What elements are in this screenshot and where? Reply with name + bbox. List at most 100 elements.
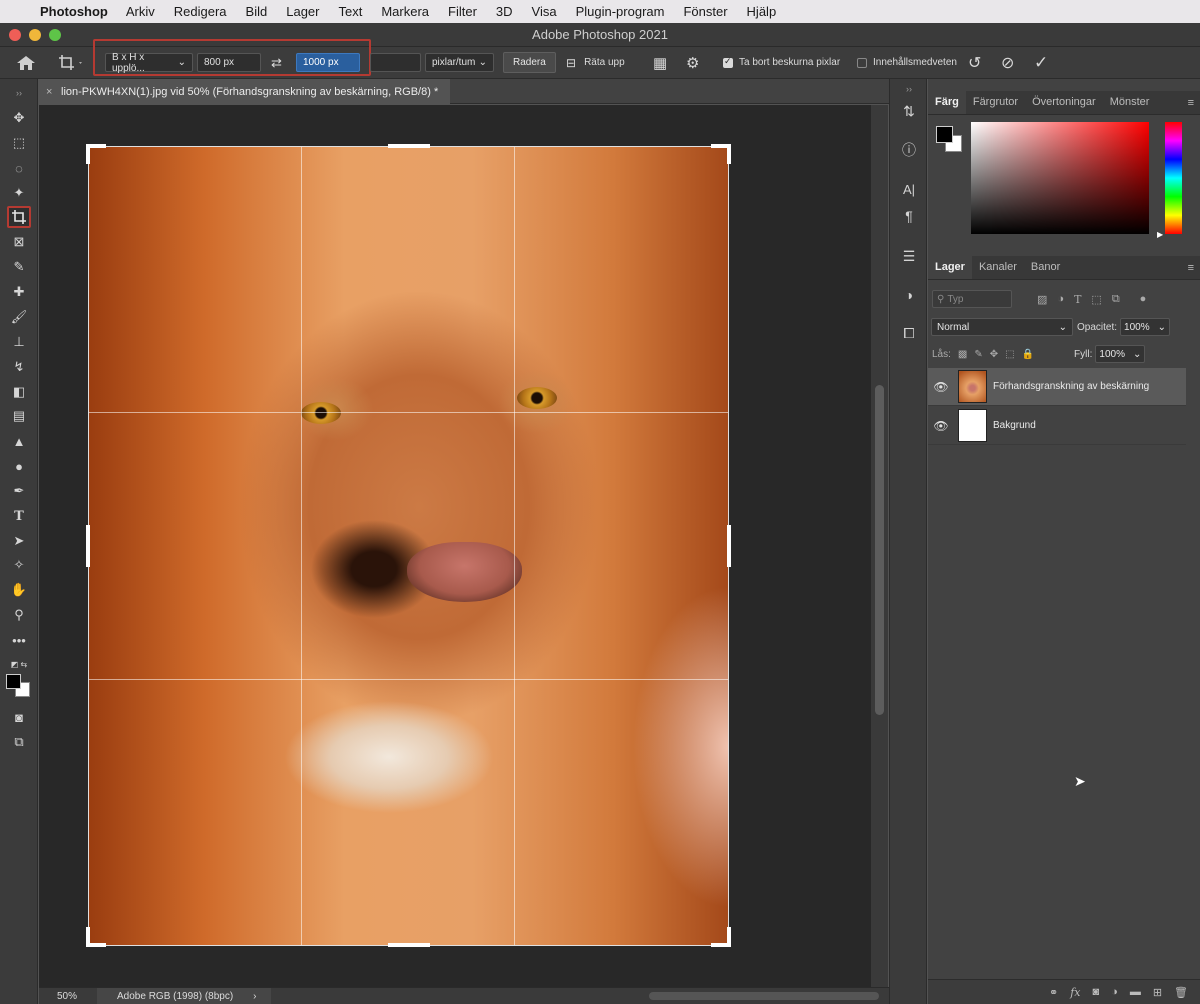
crop-handle-top-right[interactable]	[727, 144, 731, 164]
menu-item-arkiv[interactable]: Arkiv	[126, 4, 155, 19]
eye-icon[interactable]: 👁	[928, 419, 954, 433]
hue-slider[interactable]	[1165, 122, 1182, 234]
lock-transparency-icon[interactable]: ▩	[958, 349, 967, 360]
layer-row[interactable]: 👁 Bakgrund	[928, 407, 1186, 445]
straighten-button[interactable]: ⊟ Räta upp	[566, 52, 625, 73]
width-input[interactable]: 800 px	[197, 52, 261, 73]
quick-mask-icon[interactable]: ◙	[7, 706, 31, 728]
reset-icon[interactable]: ↺	[968, 52, 981, 73]
screen-mode-icon[interactable]: ⧉	[7, 731, 31, 753]
magic-wand-tool-icon[interactable]: ✦	[7, 182, 31, 204]
crop-handle-bottom-right[interactable]	[727, 927, 731, 947]
zoom-tool-icon[interactable]: ⚲	[7, 604, 31, 626]
menu-item-redigera[interactable]: Redigera	[174, 4, 227, 19]
tab-paths[interactable]: Banor	[1024, 255, 1067, 279]
vertical-scrollbar[interactable]	[871, 105, 888, 987]
crop-handle-right[interactable]	[727, 525, 731, 567]
adjustment-filter-icon[interactable]: ◑	[1057, 293, 1064, 305]
menu-item-plugin[interactable]: Plugin-program	[576, 4, 665, 19]
menu-item-text[interactable]: Text	[338, 4, 362, 19]
foreground-color-swatch[interactable]	[6, 674, 21, 689]
zoom-level[interactable]: 50%	[39, 991, 97, 1002]
tab-gradients[interactable]: Övertoningar	[1025, 90, 1103, 114]
filter-toggle-icon[interactable]: ●	[1140, 293, 1147, 305]
menu-item-filter[interactable]: Filter	[448, 4, 477, 19]
lock-all-icon[interactable]: 🔒	[1022, 349, 1034, 360]
unit-select[interactable]: pixlar/tum ⌄	[425, 52, 494, 73]
crop-handle-top-left[interactable]	[86, 144, 90, 164]
expand-icon[interactable]: ››	[898, 78, 920, 100]
lion-image[interactable]	[89, 147, 728, 945]
minimize-window-button[interactable]	[29, 29, 41, 41]
panel-menu-icon[interactable]: ≡	[1188, 262, 1194, 274]
crop-handle-left[interactable]	[86, 525, 90, 567]
type-tool-icon[interactable]: T	[7, 505, 31, 527]
crop-handle-bottom[interactable]	[388, 943, 430, 947]
new-layer-icon[interactable]: ⊞	[1153, 986, 1162, 999]
blur-tool-icon[interactable]: ▲	[7, 430, 31, 452]
crop-handle-top[interactable]	[388, 144, 430, 148]
layer-name[interactable]: Bakgrund	[993, 420, 1036, 431]
gear-icon[interactable]: ⚙	[686, 52, 699, 73]
shape-tool-icon[interactable]: ✧	[7, 554, 31, 576]
layer-name[interactable]: Förhandsgranskning av beskärning	[993, 381, 1149, 392]
tab-patterns[interactable]: Mönster	[1103, 90, 1157, 114]
crop-preset-icon[interactable]	[58, 52, 84, 73]
trash-icon[interactable]: 🗑	[1174, 986, 1188, 999]
adjustments-panel-icon[interactable]: ☰	[898, 245, 920, 267]
new-group-icon[interactable]: ▬	[1130, 986, 1141, 998]
menu-item-hjalp[interactable]: Hjälp	[747, 4, 777, 19]
more-tools-icon[interactable]: •••	[7, 629, 31, 651]
healing-brush-tool-icon[interactable]: ✚	[7, 281, 31, 303]
menu-item-visa[interactable]: Visa	[532, 4, 557, 19]
height-input[interactable]: 1000 px	[296, 52, 360, 73]
adjustment-layer-icon[interactable]: ◑	[1111, 986, 1118, 998]
cancel-icon[interactable]: ⊘	[1001, 52, 1014, 73]
move-tool-icon[interactable]: ✥	[7, 107, 31, 129]
brush-tool-icon[interactable]: 🖌	[7, 306, 31, 328]
default-colors-icon[interactable]: ◩ ⇆	[7, 653, 31, 675]
fx-icon[interactable]: fx	[1070, 986, 1080, 999]
path-selection-tool-icon[interactable]: ➤	[7, 530, 31, 552]
menu-item-fonster[interactable]: Fönster	[683, 4, 727, 19]
frame-tool-icon[interactable]: ⊠	[7, 231, 31, 253]
horizontal-scrollbar[interactable]	[649, 992, 879, 1000]
lasso-tool-icon[interactable]: ◌	[7, 157, 31, 179]
blend-mode-select[interactable]: Normal ⌄	[931, 318, 1073, 336]
info-panel-icon[interactable]: ⓘ	[898, 139, 920, 161]
scrollbar-thumb[interactable]	[875, 385, 884, 715]
close-window-button[interactable]	[9, 29, 21, 41]
panel-menu-icon[interactable]: ≡	[1188, 97, 1194, 109]
resolution-input[interactable]	[370, 52, 421, 73]
stamp-tool-icon[interactable]: ⊥	[7, 331, 31, 353]
menu-item-lager[interactable]: Lager	[286, 4, 319, 19]
gradient-tool-icon[interactable]: ▤	[7, 405, 31, 427]
eyedropper-tool-icon[interactable]: ✎	[7, 256, 31, 278]
history-panel-icon[interactable]: ⇅	[898, 100, 920, 122]
crop-tool-icon[interactable]	[7, 206, 31, 228]
content-aware-checkbox[interactable]: Innehållsmedveten	[857, 52, 957, 73]
history-brush-tool-icon[interactable]: ↯	[7, 356, 31, 378]
eye-icon[interactable]: 👁	[928, 380, 954, 394]
libraries-panel-icon[interactable]: ⧠	[898, 322, 920, 344]
fill-input[interactable]: 100% ⌄	[1095, 345, 1146, 363]
paragraph-panel-icon[interactable]: ¶	[898, 205, 920, 227]
app-menu[interactable]: Photoshop	[40, 4, 108, 19]
commit-check-icon[interactable]: ✓	[1034, 52, 1048, 73]
add-mask-icon[interactable]: ◙	[1093, 986, 1100, 998]
crop-handle-bottom-left[interactable]	[86, 927, 90, 947]
menu-item-bild[interactable]: Bild	[246, 4, 268, 19]
smart-object-filter-icon[interactable]: ⧉	[1112, 293, 1120, 306]
hue-slider-marker-icon[interactable]: ▶	[1157, 230, 1163, 239]
zoom-window-button[interactable]	[49, 29, 61, 41]
ratio-select[interactable]: B x H x upplö... ⌄	[105, 52, 193, 74]
color-spectrum[interactable]	[971, 122, 1149, 234]
link-layers-icon[interactable]: ⚭	[1049, 986, 1058, 999]
tab-layers[interactable]: Lager	[928, 255, 972, 279]
layer-row[interactable]: 👁 Förhandsgranskning av beskärning	[928, 368, 1186, 406]
document-tab[interactable]: × lion-PKWH4XN(1).jpg vid 50% (Förhandsg…	[39, 79, 451, 104]
eraser-tool-icon[interactable]: ◧	[7, 381, 31, 403]
properties-panel-icon[interactable]: ◑	[898, 284, 920, 306]
close-tab-icon[interactable]: ×	[46, 86, 52, 98]
character-panel-icon[interactable]: A|	[898, 178, 920, 200]
